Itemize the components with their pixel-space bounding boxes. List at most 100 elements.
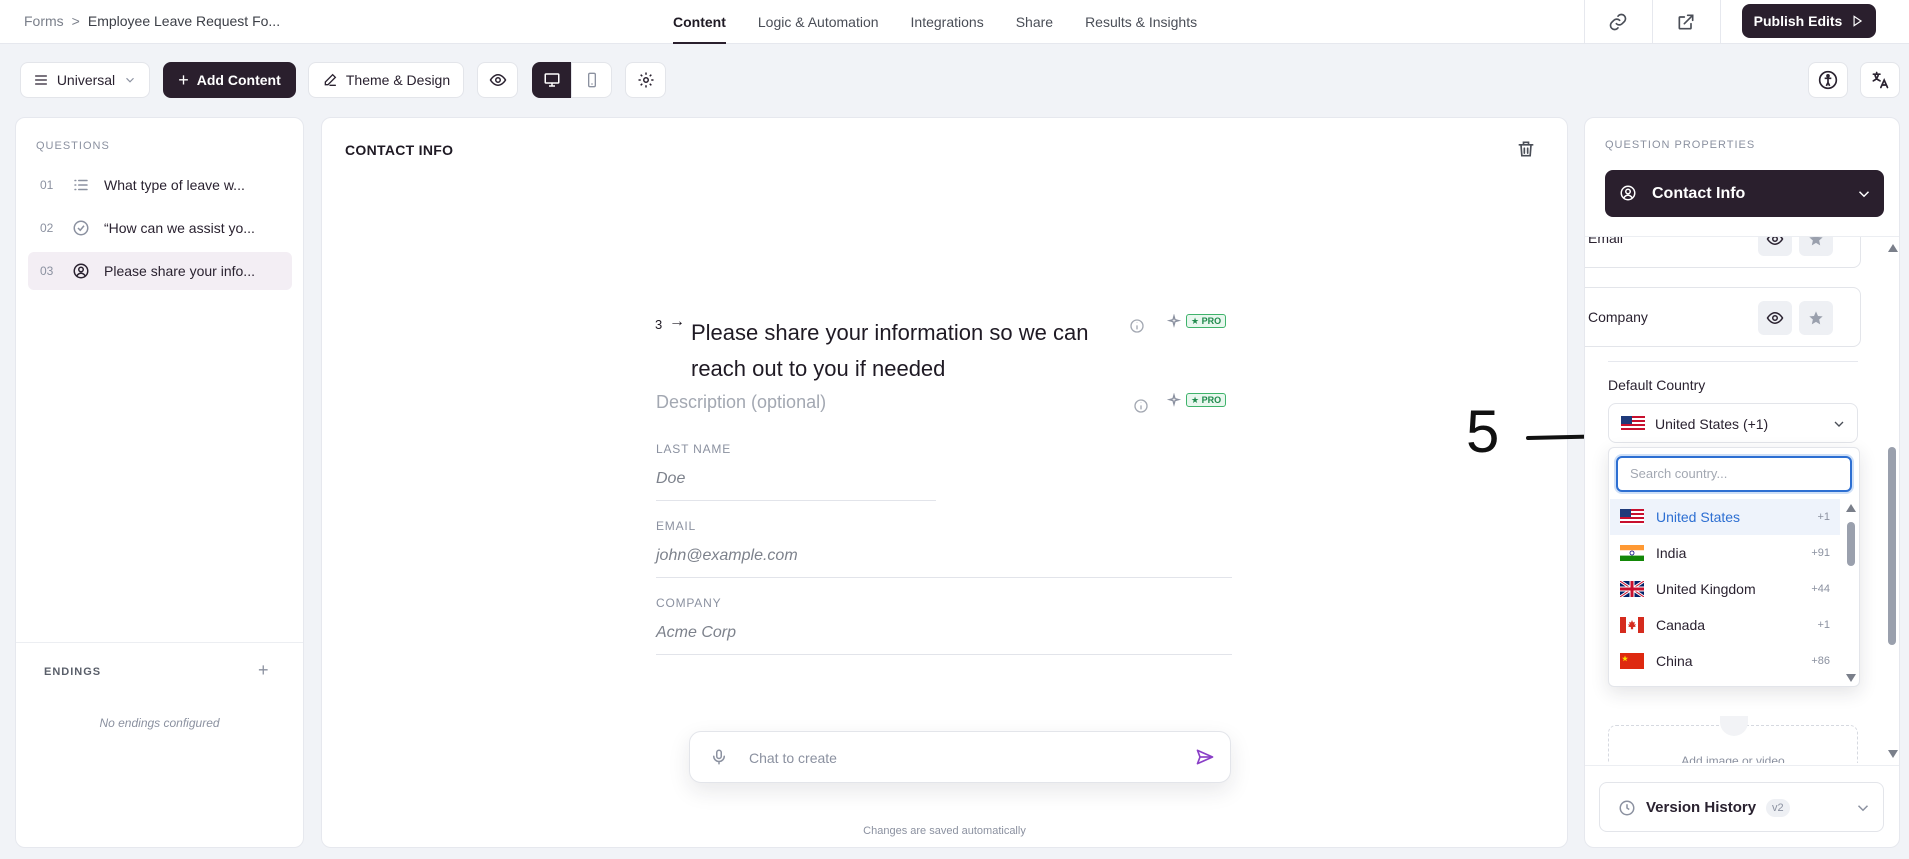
chevron-down-icon bbox=[1855, 185, 1873, 203]
question-number: 03 bbox=[40, 264, 54, 278]
play-icon bbox=[1853, 15, 1863, 27]
question-label: Please share your info... bbox=[104, 263, 255, 279]
chevron-down-icon bbox=[1854, 799, 1872, 817]
tab-content[interactable]: Content bbox=[673, 0, 726, 44]
theme-design-button[interactable]: Theme & Design bbox=[308, 62, 464, 98]
link-icon[interactable] bbox=[1606, 10, 1630, 34]
plus-icon: + bbox=[178, 69, 189, 90]
user-circle-icon bbox=[1619, 184, 1637, 202]
last-name-input[interactable]: Doe bbox=[656, 470, 685, 488]
info-icon bbox=[1133, 398, 1149, 414]
country-select[interactable]: United States (+1) bbox=[1608, 403, 1858, 443]
email-input[interactable]: john@example.com bbox=[656, 547, 798, 565]
info-icon bbox=[1129, 318, 1145, 334]
pro-badge: ★ PRO bbox=[1186, 314, 1227, 328]
accessibility-icon bbox=[1818, 70, 1838, 90]
version-history-label: Version History bbox=[1646, 799, 1757, 816]
country-name: India bbox=[1656, 545, 1687, 561]
settings-button[interactable] bbox=[625, 62, 666, 98]
divider bbox=[16, 642, 303, 643]
field-underline bbox=[656, 654, 1232, 655]
country-search-input[interactable]: Search country... bbox=[1616, 456, 1852, 492]
add-media-label: Add image or video bbox=[1681, 754, 1785, 763]
chat-box: Chat to create bbox=[689, 731, 1231, 783]
accessibility-button[interactable] bbox=[1808, 62, 1848, 98]
question-item-2[interactable]: 02 “How can we assist yo... bbox=[28, 209, 292, 247]
star-icon bbox=[1809, 311, 1823, 325]
required-toggle[interactable] bbox=[1799, 237, 1833, 256]
question-properties-label: QUESTION PROPERTIES bbox=[1605, 139, 1756, 151]
breadcrumb-current-form[interactable]: Employee Leave Request Fo... bbox=[88, 13, 280, 29]
mode-label: Universal bbox=[56, 72, 116, 88]
divider bbox=[1720, 0, 1721, 44]
us-flag-icon bbox=[1620, 509, 1644, 525]
translate-button[interactable] bbox=[1860, 62, 1900, 98]
country-code: +86 bbox=[1811, 655, 1830, 667]
desktop-view-button[interactable] bbox=[532, 62, 572, 98]
check-circle-icon bbox=[72, 219, 104, 237]
country-option-canada[interactable]: Canada +1 bbox=[1610, 607, 1840, 643]
send-icon[interactable] bbox=[1195, 747, 1215, 767]
field-card-label: Email bbox=[1588, 237, 1624, 246]
chevron-down-icon bbox=[1831, 416, 1847, 432]
breadcrumb: Forms > Employee Leave Request Fo... bbox=[24, 13, 280, 29]
question-label: What type of leave w... bbox=[104, 177, 245, 193]
canada-flag-icon bbox=[1620, 617, 1644, 633]
mode-select[interactable]: Universal bbox=[20, 62, 150, 98]
breadcrumb-forms-link[interactable]: Forms bbox=[24, 13, 64, 29]
country-option-china[interactable]: China +86 bbox=[1610, 643, 1840, 679]
question-text[interactable]: Please share your information so we can … bbox=[691, 315, 1088, 387]
step-annotation-number: 5 bbox=[1466, 398, 1500, 465]
divider bbox=[1585, 765, 1899, 766]
company-input[interactable]: Acme Corp bbox=[656, 624, 736, 642]
country-name: China bbox=[1656, 653, 1693, 669]
monitor-icon bbox=[544, 73, 560, 87]
pro-badge: ★ PRO bbox=[1186, 393, 1227, 407]
question-label: “How can we assist yo... bbox=[104, 220, 255, 236]
mobile-view-button[interactable] bbox=[571, 62, 612, 98]
required-toggle[interactable] bbox=[1799, 301, 1833, 335]
external-link-icon[interactable] bbox=[1674, 10, 1698, 34]
add-ending-button[interactable]: + bbox=[258, 660, 269, 681]
tab-integrations[interactable]: Integrations bbox=[911, 0, 984, 44]
country-option-united-states[interactable]: United States +1 bbox=[1610, 499, 1840, 535]
chat-input[interactable]: Chat to create bbox=[749, 750, 837, 766]
publish-edits-button[interactable]: Publish Edits bbox=[1742, 4, 1876, 38]
media-upload-area[interactable]: Add image or video bbox=[1608, 716, 1858, 763]
trash-icon[interactable] bbox=[1516, 139, 1536, 159]
question-type-select[interactable]: Contact Info bbox=[1605, 170, 1884, 217]
country-option-india[interactable]: India +91 bbox=[1610, 535, 1840, 571]
menu-icon bbox=[34, 75, 47, 85]
dropdown-scrollbar[interactable] bbox=[1846, 504, 1856, 682]
add-content-button[interactable]: + Add Content bbox=[163, 62, 296, 98]
block-title: CONTACT INFO bbox=[345, 142, 454, 158]
question-number: 02 bbox=[40, 221, 54, 235]
user-circle-icon bbox=[72, 262, 104, 280]
question-item-1[interactable]: 01 What type of leave w... bbox=[28, 166, 292, 204]
question-item-3[interactable]: 03 Please share your info... bbox=[28, 252, 292, 290]
questions-panel: QUESTIONS 01 What type of leave w... 02 … bbox=[15, 117, 304, 848]
country-name: United States bbox=[1656, 509, 1741, 525]
endings-section-label: ENDINGS bbox=[44, 666, 102, 678]
tab-share[interactable]: Share bbox=[1016, 0, 1053, 44]
country-option-united-kingdom[interactable]: United Kingdom +44 bbox=[1610, 571, 1840, 607]
star-icon bbox=[1809, 237, 1823, 246]
preview-button[interactable] bbox=[477, 62, 518, 98]
country-name: Canada bbox=[1656, 617, 1706, 633]
company-label: COMPANY bbox=[656, 596, 722, 610]
visibility-toggle[interactable] bbox=[1758, 301, 1792, 335]
tab-logic-automation[interactable]: Logic & Automation bbox=[758, 0, 879, 44]
description-input[interactable]: Description (optional) bbox=[656, 392, 826, 413]
visibility-toggle[interactable] bbox=[1758, 237, 1792, 256]
properties-scrollbar[interactable] bbox=[1887, 244, 1898, 758]
eye-icon bbox=[1766, 311, 1784, 325]
gear-icon bbox=[638, 72, 653, 88]
sparkle-icon[interactable] bbox=[1166, 393, 1182, 409]
sparkle-icon[interactable] bbox=[1166, 314, 1182, 330]
country-code: +1 bbox=[1817, 511, 1830, 523]
microphone-icon[interactable] bbox=[710, 747, 728, 767]
publish-label: Publish Edits bbox=[1753, 13, 1843, 29]
version-history-toggle[interactable]: Version History v2 bbox=[1599, 782, 1884, 832]
questions-section-label: QUESTIONS bbox=[36, 140, 110, 152]
tab-results-insights[interactable]: Results & Insights bbox=[1085, 0, 1197, 44]
